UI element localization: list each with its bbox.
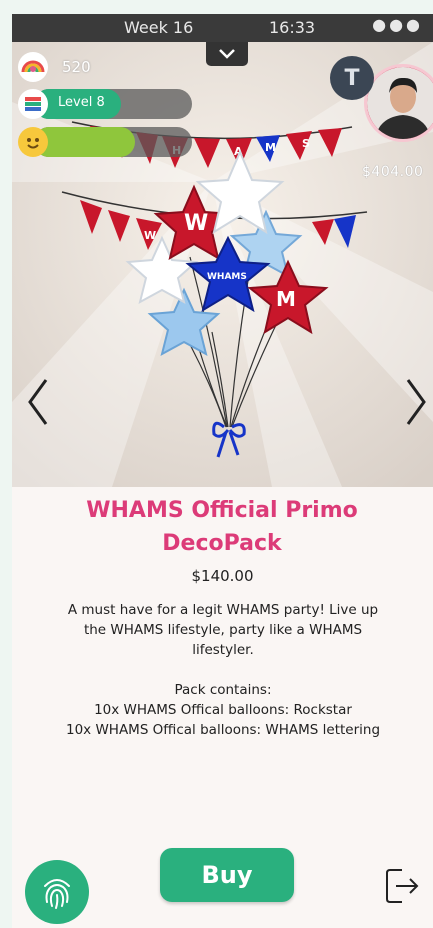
phone-screen: W H A M S W — [12, 14, 433, 928]
collapse-tab-button[interactable] — [206, 42, 248, 66]
level-label: Level 8 — [58, 95, 105, 110]
product-title-line2: DecoPack — [162, 531, 282, 556]
more-menu-icon[interactable]: ●●● — [372, 15, 423, 34]
product-price: $140.00 — [191, 567, 254, 585]
chevron-down-icon — [219, 49, 235, 59]
product-title-line1: WHAMS Official Primo — [86, 498, 358, 523]
profile-avatar[interactable] — [364, 64, 433, 142]
logout-icon[interactable] — [384, 866, 420, 906]
mood-fill — [34, 127, 136, 157]
mood-bar — [34, 127, 192, 157]
buy-button[interactable]: Buy — [160, 848, 294, 902]
week-label: Week 16 — [124, 18, 194, 37]
balloon-logo: WHAMS — [207, 272, 247, 282]
points-stat: 520 — [18, 52, 91, 82]
balance: $404.00 — [362, 164, 424, 180]
status-bar: Week 16 16:33 ●●● — [12, 14, 433, 42]
fingerprint-icon — [44, 879, 70, 909]
chevron-right-icon[interactable] — [400, 374, 430, 430]
badge-letter: T — [344, 65, 360, 91]
fingerprint-button[interactable] — [25, 860, 89, 924]
level-bar: Level 8 — [34, 89, 192, 119]
product-title: WHAMS Official Primo DecoPack — [52, 494, 392, 560]
balloon-letter: M — [276, 287, 296, 311]
balloon-letter: W — [184, 211, 208, 236]
level-icon — [18, 89, 48, 119]
chevron-left-icon[interactable] — [24, 374, 54, 430]
banner-letter: M — [265, 141, 276, 154]
smiley-icon — [18, 127, 48, 157]
rainbow-icon — [18, 52, 48, 82]
points-value: 520 — [62, 58, 91, 76]
banner-letter: S — [302, 137, 310, 150]
banner-letter: W — [144, 229, 156, 242]
product-description: A must have for a legit WHAMS party! Liv… — [65, 602, 381, 738]
clock: 16:33 — [269, 18, 316, 37]
badge-t[interactable]: T — [330, 56, 374, 100]
